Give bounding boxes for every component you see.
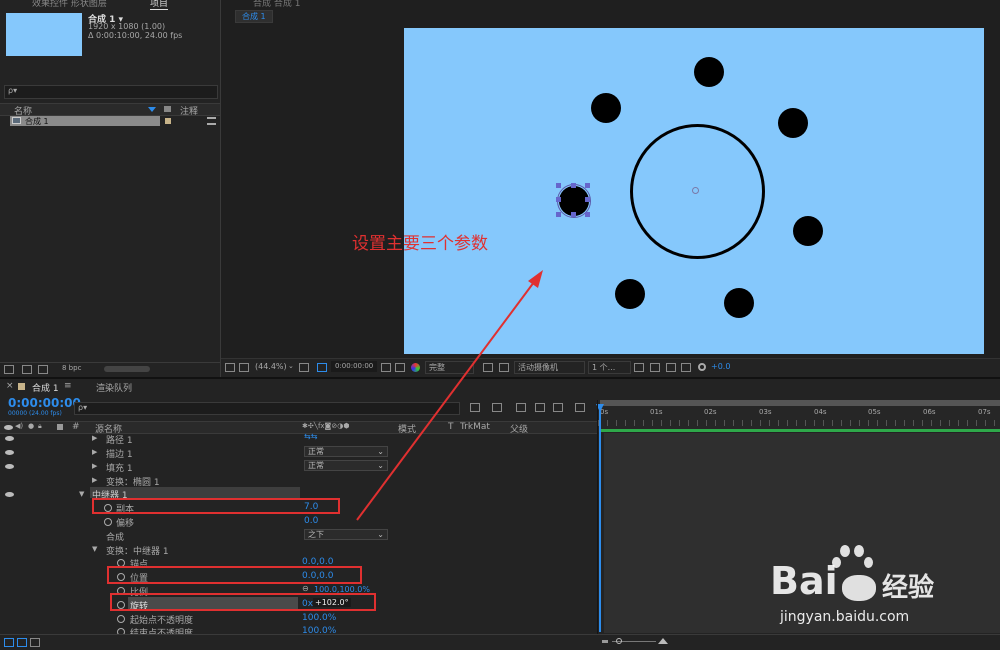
- paw-big-icon: [842, 575, 876, 601]
- watermark-brand2: 经验: [882, 573, 935, 603]
- watermark-url: jingyan.baidu.com: [780, 609, 910, 625]
- watermark: Bai 经验 jingyan.baidu.com: [770, 545, 995, 635]
- watermark-brand: Bai: [770, 559, 838, 603]
- arrow-head: [528, 270, 543, 288]
- arrow-line: [356, 273, 541, 521]
